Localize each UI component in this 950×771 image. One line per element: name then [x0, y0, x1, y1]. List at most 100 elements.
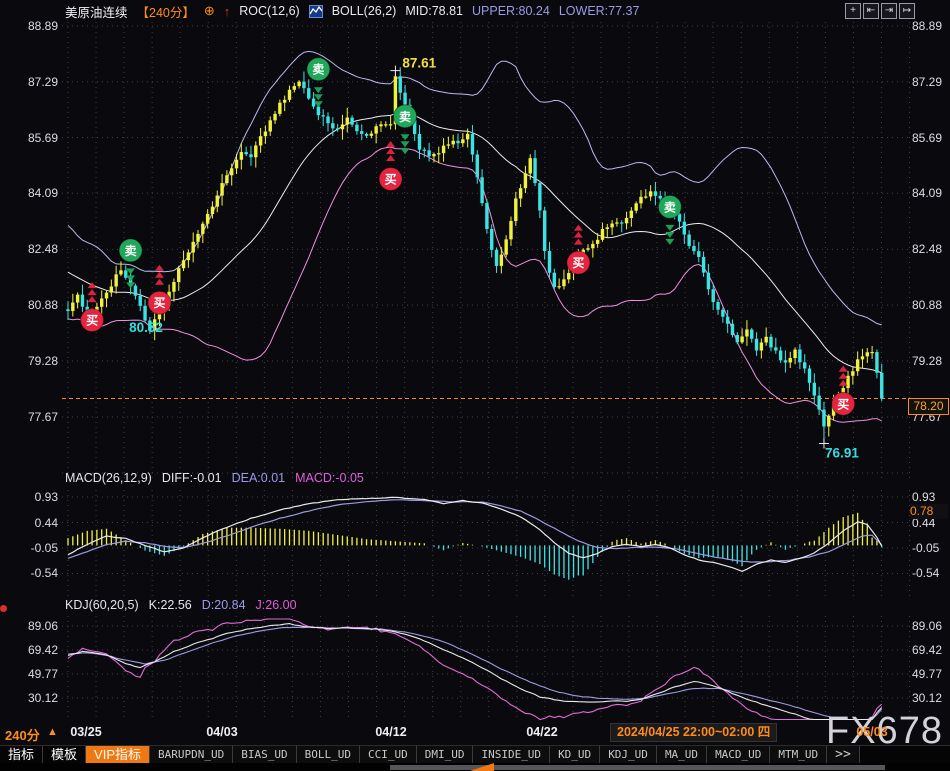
candles — [66, 67, 883, 443]
kdj-panel-header: KDJ(60,20,5) K:22.56 D:20.84 J:26.00 — [65, 598, 297, 612]
sell-marker: 卖 — [307, 58, 330, 108]
y-axis-label-left: 30.12 — [0, 691, 58, 705]
kdj-k-value: K:22.56 — [149, 598, 192, 612]
boll-mid-value: MID:78.81 — [405, 4, 463, 18]
y-axis-label-right: 30.12 — [912, 691, 950, 705]
toolbar-tab[interactable]: KD_UD — [550, 746, 600, 763]
date-tick-label: 04/03 — [206, 725, 237, 739]
period-tag[interactable]: 【240分】 — [137, 2, 195, 21]
toolbar-tab[interactable]: >> — [827, 746, 860, 763]
toolbar-tab[interactable]: BIAS_UD — [233, 746, 296, 763]
bollinger-bands — [68, 51, 882, 422]
orange-wedge-icon — [470, 763, 494, 771]
roc-label: ROC(12,6) — [239, 4, 299, 18]
header-toolbar: +⇤⇥↦ — [845, 3, 915, 19]
timeframe-label[interactable]: 240分 — [5, 725, 40, 744]
svg-text:卖: 卖 — [125, 243, 137, 258]
scrollbar-thumb[interactable] — [390, 765, 885, 770]
grid — [62, 22, 910, 721]
toolbar-tab[interactable]: INSIDE_UD — [473, 746, 550, 763]
macd-dea-value: DEA:0.01 — [232, 471, 286, 485]
alert-dot-icon — [0, 605, 7, 612]
boll-lower-value: LOWER:77.37 — [559, 4, 640, 18]
y-axis-label-left: 89.06 — [0, 619, 58, 633]
kdj-title: KDJ(60,20,5) — [65, 598, 139, 612]
symbol-title: 美原油连续 — [65, 2, 128, 21]
y-axis-label-left: -0.05 — [0, 541, 58, 555]
chart-canvas[interactable]: 买卖买卖买卖买卖买87.6176.9180.52 — [0, 0, 950, 771]
toolbar-tab[interactable]: MACD_UD — [707, 746, 770, 763]
date-tick-label: 04/12 — [375, 725, 406, 739]
y-axis-label-left: 0.93 — [0, 490, 58, 504]
boll-upper-value: UPPER:80.24 — [472, 4, 550, 18]
y-axis-label-right: 85.69 — [912, 131, 950, 145]
indicator-toolbar: 指标模板VIP指标BARUPDN_UDBIAS_UDBOLL_UDCCI_UDD… — [0, 745, 950, 763]
y-axis-label-right: 80.88 — [912, 298, 950, 312]
y-axis-label-right: 49.77 — [912, 667, 950, 681]
y-axis-label-left: 82.48 — [0, 242, 58, 256]
toolbar-tab[interactable]: KDJ_UD — [600, 746, 657, 763]
bottom-scrollbar[interactable] — [0, 763, 950, 771]
y-axis-label-right: -0.54 — [912, 566, 950, 580]
svg-text:买: 买 — [572, 256, 584, 270]
svg-text:80.52: 80.52 — [129, 320, 163, 335]
toolbar-tab[interactable]: 指标 — [0, 746, 43, 763]
toolbar-tab[interactable]: MA_UD — [657, 746, 707, 763]
y-axis-label-right: 79.28 — [912, 354, 950, 368]
y-axis-label-right: 69.42 — [912, 643, 950, 657]
crosshair-icon[interactable]: + — [845, 3, 861, 19]
trading-chart-app: 买卖买卖买卖买卖买87.6176.9180.52 美原油连续 【240分】 ⊕ … — [0, 0, 950, 771]
macd-diff-value: DIFF:-0.01 — [162, 471, 222, 485]
y-axis-label-left: 87.29 — [0, 75, 58, 89]
svg-text:卖: 卖 — [664, 199, 676, 214]
line-chart-icon — [309, 5, 323, 18]
kdj-d-value: D:20.84 — [202, 598, 246, 612]
axis-shift-left-icon[interactable]: ⇤ — [863, 3, 879, 19]
macd-title: MACD(26,12,9) — [65, 471, 152, 485]
y-axis-label-right: 84.09 — [912, 186, 950, 200]
toolbar-tab[interactable]: VIP指标 — [86, 746, 150, 763]
plus-circle-icon[interactable]: ⊕ — [204, 3, 215, 19]
macd-plot — [68, 497, 882, 579]
date-tick-label: 05/03 — [856, 725, 887, 739]
svg-text:76.91: 76.91 — [825, 446, 859, 461]
y-axis-label-left: 79.28 — [0, 354, 58, 368]
svg-text:买: 买 — [86, 314, 98, 328]
toolbar-tab[interactable]: BOLL_UD — [297, 746, 360, 763]
macd-macd-value: MACD:-0.05 — [295, 471, 364, 485]
y-axis-label-right: -0.05 — [912, 541, 950, 555]
annotations: 87.6176.9180.52 — [129, 56, 859, 461]
up-arrow-icon: ↑ — [224, 4, 231, 19]
svg-text:买: 买 — [837, 397, 849, 411]
y-axis-label-left: 80.88 — [0, 298, 58, 312]
last-price-tag: 78.20 — [908, 398, 949, 415]
y-axis-label-left: 84.09 — [0, 186, 58, 200]
y-axis-label-right: 87.29 — [912, 75, 950, 89]
y-axis-label-right: 89.06 — [912, 619, 950, 633]
y-axis-label-right: 82.48 — [912, 242, 950, 256]
y-axis-label-left: 85.69 — [0, 131, 58, 145]
axis-shift-right-icon[interactable]: ⇥ — [881, 3, 897, 19]
boll-label: BOLL(26,2) — [332, 4, 397, 18]
toolbar-tab[interactable]: 模板 — [43, 746, 86, 763]
buy-marker: 买 — [148, 265, 171, 315]
kdj-j-value: J:26.00 — [256, 598, 297, 612]
toolbar-tab[interactable]: DMI_UD — [417, 746, 474, 763]
toolbar-tab[interactable]: CCI_UD — [360, 746, 417, 763]
svg-text:卖: 卖 — [312, 62, 324, 77]
y-axis-label-left: -0.54 — [0, 566, 58, 580]
timeframe-arrow-icon[interactable]: ▲ — [47, 726, 58, 738]
svg-text:买: 买 — [153, 296, 165, 310]
kdj-plot — [68, 619, 882, 720]
date-tick-label: 03/25 — [70, 725, 101, 739]
y-axis-label-left: 0.44 — [0, 516, 58, 530]
svg-text:买: 买 — [385, 172, 397, 186]
buy-marker: 买 — [81, 282, 104, 332]
svg-text:卖: 卖 — [399, 109, 411, 124]
pan-right-icon[interactable]: ↦ — [899, 3, 915, 19]
macd-value-tag: 0.78 — [910, 504, 948, 519]
date-tick-label: 04/22 — [526, 725, 557, 739]
toolbar-tab[interactable]: MTM_UD — [770, 746, 827, 763]
toolbar-tab[interactable]: BARUPDN_UD — [150, 746, 233, 763]
macd-panel-header: MACD(26,12,9) DIFF:-0.01 DEA:0.01 MACD:-… — [65, 471, 364, 485]
